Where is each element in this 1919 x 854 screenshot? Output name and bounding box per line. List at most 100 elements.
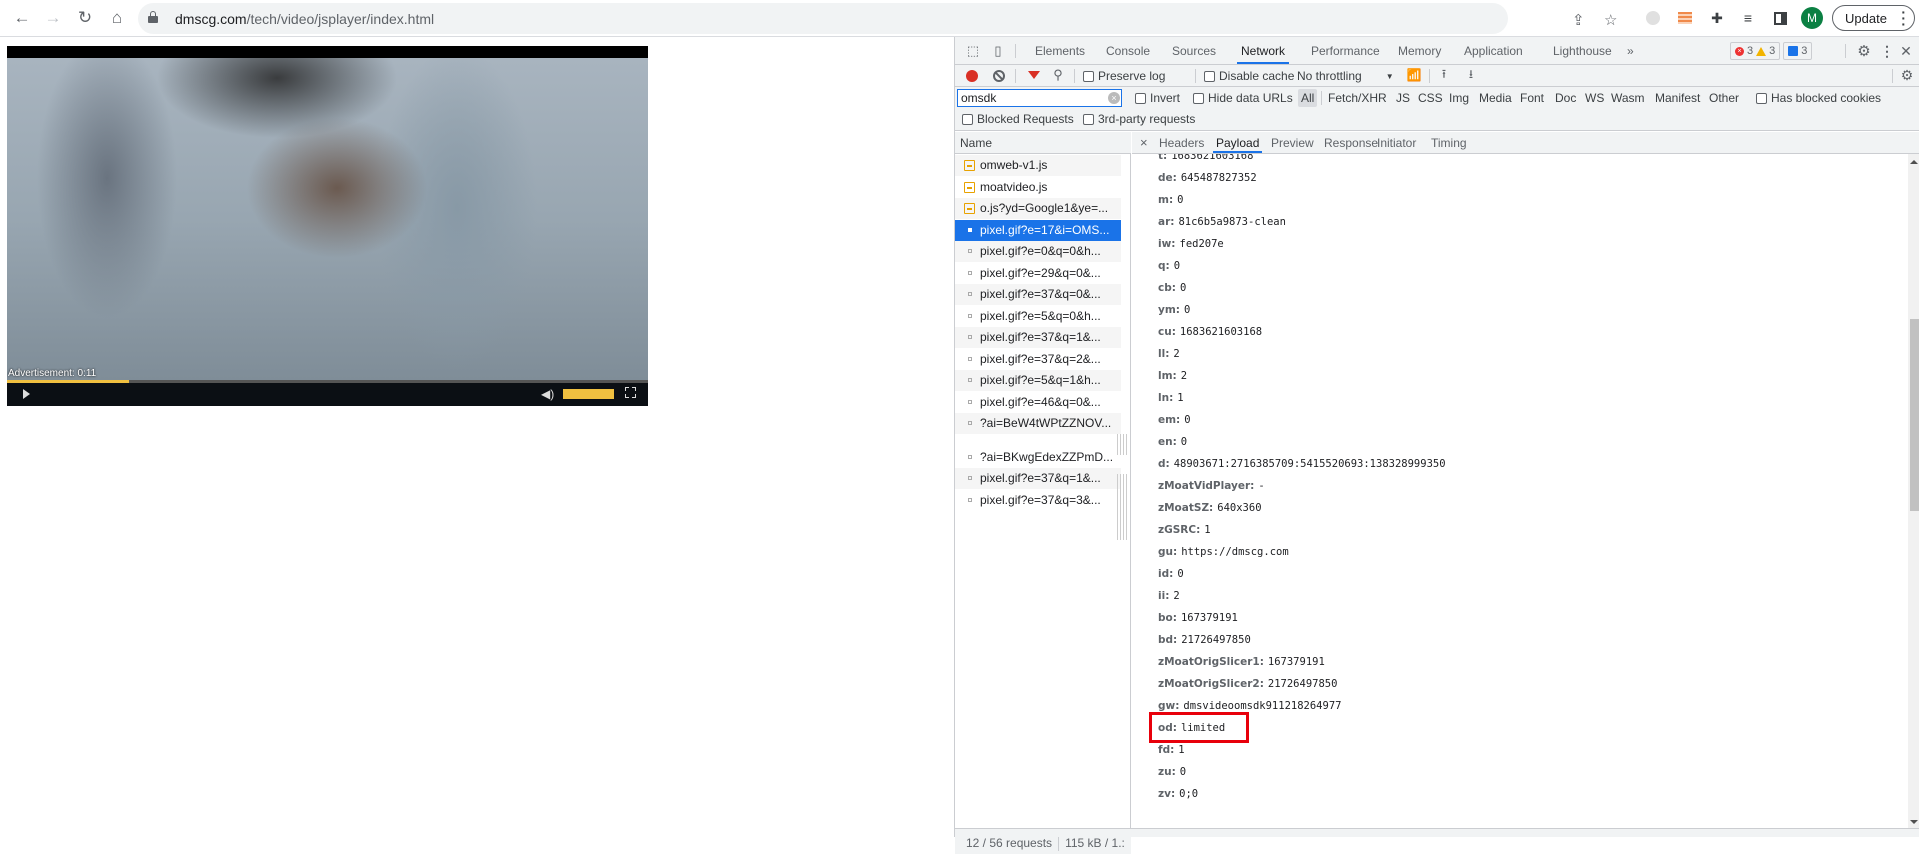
more-tabs-icon[interactable]: » — [1627, 37, 1634, 64]
tab-application[interactable]: Application — [1464, 37, 1523, 64]
play-icon[interactable] — [23, 389, 30, 399]
clear-filter-icon[interactable]: × — [1108, 92, 1120, 104]
extension-icon-orange[interactable] — [1675, 8, 1695, 28]
tab-payload[interactable]: Payload — [1213, 132, 1263, 153]
request-row[interactable]: pixel.gif?e=17&i=OMS... — [955, 219, 1121, 241]
request-row[interactable]: pixel.gif?e=5&q=0&h... — [955, 306, 1121, 327]
request-row[interactable]: pixel.gif?e=37&q=3&... — [955, 490, 1121, 511]
video-player[interactable]: Advertisement: 0:11 ◀) — [7, 46, 648, 406]
type-filter-media[interactable]: Media — [1479, 91, 1512, 105]
export-har-icon[interactable]: ⭳ — [1464, 67, 1478, 83]
name-column-header[interactable]: Name — [955, 132, 1131, 154]
record-icon[interactable] — [966, 70, 978, 82]
request-row[interactable]: pixel.gif?e=46&q=0&... — [955, 392, 1121, 413]
device-toolbar-icon[interactable]: ▯ — [990, 43, 1006, 59]
back-arrow-icon[interactable]: ← — [10, 6, 34, 30]
request-row[interactable]: moatvideo.js — [955, 177, 1121, 198]
invert-checkbox[interactable]: Invert — [1135, 91, 1180, 105]
filter-icon[interactable] — [1028, 71, 1040, 79]
devtools-menu-icon[interactable]: ⋮ — [1880, 42, 1894, 60]
blocked-requests-checkbox[interactable]: Blocked Requests — [962, 112, 1074, 126]
type-filter-ws[interactable]: WS — [1585, 91, 1604, 105]
request-row[interactable]: ?ai=BKwgEdexZZPmD... — [955, 447, 1121, 468]
bookmark-star-icon[interactable]: ☆ — [1604, 11, 1617, 29]
import-har-icon[interactable]: ⭱ — [1437, 67, 1451, 83]
error-warning-counter[interactable]: × 3 3 — [1730, 42, 1781, 60]
request-row[interactable]: pixel.gif?e=37&q=1&... — [955, 468, 1121, 489]
type-filter-doc[interactable]: Doc — [1555, 91, 1576, 105]
hide-data-urls-checkbox[interactable]: Hide data URLs — [1193, 91, 1293, 105]
type-filter-other[interactable]: Other — [1709, 91, 1739, 105]
fullscreen-icon[interactable] — [625, 387, 636, 398]
close-detail-icon[interactable]: × — [1140, 132, 1148, 153]
inspect-element-icon[interactable]: ⬚ — [965, 43, 981, 59]
request-row[interactable]: pixel.gif?e=37&q=2&... — [955, 349, 1121, 370]
tab-sources[interactable]: Sources — [1172, 37, 1216, 64]
address-bar[interactable]: dmscg.com/tech/video/jsplayer/index.html… — [138, 3, 1617, 34]
type-filter-wasm[interactable]: Wasm — [1611, 91, 1645, 105]
messages-counter[interactable]: 3 — [1783, 42, 1813, 60]
type-filter-css[interactable]: CSS — [1418, 91, 1443, 105]
request-row[interactable]: pixel.gif?e=29&q=0&... — [955, 263, 1121, 284]
volume-icon[interactable]: ◀) — [541, 387, 554, 401]
third-party-requests-checkbox[interactable]: 3rd-party requests — [1083, 112, 1195, 126]
tab-response[interactable]: Response — [1324, 132, 1378, 153]
network-settings-gear-icon[interactable]: ⚙ — [1899, 67, 1915, 83]
type-filter-font[interactable]: Font — [1520, 91, 1544, 105]
tab-initiator[interactable]: Initiator — [1377, 132, 1416, 153]
type-filter-img[interactable]: Img — [1449, 91, 1469, 105]
media-control-icon[interactable]: ≡ — [1738, 8, 1758, 28]
settings-gear-icon[interactable]: ⚙ — [1855, 42, 1873, 60]
request-row[interactable]: pixel.gif?e=37&q=1&... — [955, 327, 1121, 348]
tab-network[interactable]: Network — [1237, 37, 1290, 64]
disable-cache-checkbox[interactable]: Disable cache — [1204, 69, 1294, 83]
image-file-icon — [968, 378, 972, 382]
tab-console[interactable]: Console — [1106, 37, 1150, 64]
request-row[interactable]: pixel.gif?e=5&q=1&h... — [955, 370, 1121, 391]
type-filter-all[interactable]: All — [1298, 89, 1318, 107]
request-name: pixel.gif?e=5&q=0&h... — [980, 308, 1101, 323]
request-row[interactable]: omweb-v1.js — [955, 155, 1121, 176]
update-button[interactable]: Update · · · — [1832, 5, 1915, 31]
tab-lighthouse[interactable]: Lighthouse — [1553, 37, 1612, 64]
request-row[interactable]: ?ai=BeW4tWPtZZNOV... — [955, 413, 1121, 434]
issue-counters[interactable]: × 3 3 3 — [1730, 42, 1813, 60]
request-row[interactable]: pixel.gif?e=37&q=0&... — [955, 284, 1121, 305]
dropdown-arrow-icon: ▼ — [1385, 71, 1394, 81]
close-devtools-icon[interactable]: ✕ — [1898, 42, 1914, 60]
tab-timing[interactable]: Timing — [1431, 132, 1467, 153]
home-icon[interactable]: ⌂ — [105, 6, 129, 30]
preserve-log-checkbox[interactable]: Preserve log — [1083, 69, 1165, 83]
devtools-tab-bar: ⬚ ▯ Elements Console Sources Network Per… — [955, 37, 1919, 65]
profile-avatar[interactable]: M — [1801, 7, 1823, 29]
tab-preview[interactable]: Preview — [1271, 132, 1314, 153]
request-name: pixel.gif?e=37&q=2&... — [980, 351, 1101, 366]
tab-performance[interactable]: Performance — [1311, 37, 1380, 64]
tab-memory[interactable]: Memory — [1398, 37, 1441, 64]
tab-headers[interactable]: Headers — [1159, 132, 1204, 153]
tab-elements[interactable]: Elements — [1035, 37, 1085, 64]
type-filter-js[interactable]: JS — [1396, 91, 1410, 105]
type-filter-fetch-xhr[interactable]: Fetch/XHR — [1328, 91, 1387, 105]
filter-input[interactable]: omsdk — [957, 89, 1122, 107]
volume-slider[interactable] — [563, 389, 614, 399]
extension-icon-gray[interactable] — [1643, 8, 1663, 28]
clear-icon[interactable] — [993, 70, 1005, 82]
request-row[interactable]: pixel.gif?e=0&q=0&h... — [955, 241, 1121, 262]
scrollbar-thumb[interactable] — [1910, 319, 1919, 511]
request-row[interactable]: o.js?yd=Google1&ye=... — [955, 198, 1121, 219]
has-blocked-cookies-checkbox[interactable]: Has blocked cookies — [1756, 91, 1881, 105]
search-icon[interactable]: ⚲ — [1050, 67, 1066, 83]
scroll-up-arrow-icon[interactable] — [1910, 160, 1918, 164]
scroll-down-arrow-icon[interactable] — [1910, 820, 1918, 824]
type-filter-manifest[interactable]: Manifest — [1655, 91, 1700, 105]
forward-arrow-icon[interactable]: → — [41, 6, 65, 30]
more-menu-icon[interactable]: · · · — [1901, 5, 1906, 31]
throttling-select[interactable]: No throttling ▼ — [1297, 69, 1394, 83]
reload-icon[interactable]: ↻ — [73, 6, 97, 30]
payload-scrollbar[interactable] — [1908, 154, 1919, 830]
network-conditions-icon[interactable]: 📶 — [1406, 67, 1422, 83]
side-panel-icon[interactable] — [1770, 8, 1790, 28]
extensions-puzzle-icon[interactable]: ✚ — [1707, 8, 1727, 28]
share-icon[interactable]: ⇪ — [1572, 11, 1585, 29]
